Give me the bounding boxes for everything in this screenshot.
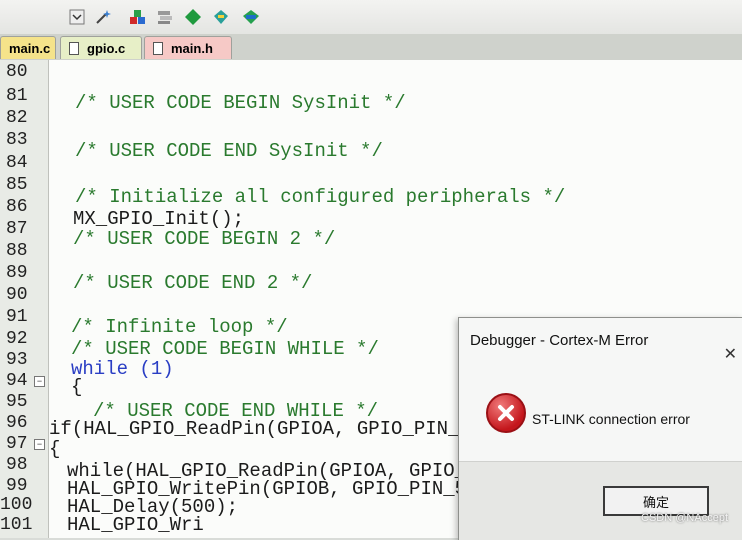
dropdown-arrow-icon[interactable] [66, 6, 88, 28]
line-number: 84 [6, 153, 28, 173]
dialog-title: Debugger - Cortex-M Error [470, 332, 649, 349]
code-line: HAL_GPIO_Wri [67, 514, 204, 536]
tab-gpio-c[interactable]: gpio.c [60, 36, 142, 59]
watermark: CSDN @NAccept [641, 512, 728, 524]
code-line: /* USER CODE BEGIN SysInit */ [75, 92, 406, 114]
error-dialog: Debugger - Cortex-M Error ✕ ST-LINK conn… [458, 317, 742, 540]
code-line: /* USER CODE END SysInit */ [75, 140, 383, 162]
tab-main-h[interactable]: main.h [144, 36, 232, 59]
stack-icon[interactable] [154, 6, 176, 28]
code-line: { [49, 438, 61, 460]
line-number: 90 [6, 285, 28, 305]
code-line: { [71, 376, 83, 398]
tab-label: main.c [9, 40, 51, 56]
code-line: /* USER CODE BEGIN 2 */ [73, 228, 336, 250]
line-number: 88 [6, 241, 28, 261]
fold-toggle-icon[interactable]: − [34, 376, 45, 387]
line-number-gutter: 80 81 82 83 84 85 86 87 88 89 90 91 92 9… [0, 60, 49, 538]
error-message: ST-LINK connection error [532, 411, 690, 427]
line-number: 80 [6, 62, 28, 82]
manage-components-icon[interactable] [126, 6, 148, 28]
line-number: 81 [6, 86, 28, 106]
line-number: 92 [6, 329, 28, 349]
line-number: 95 [6, 392, 28, 412]
line-number: 99 [6, 476, 28, 496]
line-number: 91 [6, 307, 28, 327]
magic-wand-icon[interactable] [92, 6, 114, 28]
line-number: 100 [0, 495, 33, 515]
line-number: 83 [6, 130, 28, 150]
line-number: 85 [6, 175, 28, 195]
pack-installer-icon[interactable] [210, 6, 232, 28]
toolbar [0, 0, 742, 35]
code-line: /* USER CODE END 2 */ [73, 272, 313, 294]
close-icon[interactable]: ✕ [724, 344, 737, 364]
code-line: /* Initialize all configured peripherals… [75, 186, 566, 208]
line-number: 87 [6, 219, 28, 239]
line-number: 94 [6, 371, 28, 391]
select-packs-icon[interactable] [240, 6, 262, 28]
code-line: while (1) [71, 358, 174, 380]
tab-main-c[interactable]: main.c [0, 36, 56, 59]
line-number: 96 [6, 413, 28, 433]
file-tabs: main.c gpio.c main.h [0, 34, 742, 61]
line-number: 97 [6, 434, 28, 454]
file-icon [69, 41, 79, 55]
tab-label: main.h [171, 40, 213, 56]
code-line: /* USER CODE BEGIN WHILE */ [71, 338, 379, 360]
line-number: 98 [6, 455, 28, 475]
tab-label: gpio.c [87, 40, 126, 56]
line-number: 101 [0, 515, 33, 535]
fold-toggle-icon[interactable]: − [34, 439, 45, 450]
line-number: 86 [6, 197, 28, 217]
line-number: 82 [6, 108, 28, 128]
green-diamond-icon[interactable] [182, 6, 204, 28]
code-line: /* Infinite loop */ [71, 316, 288, 338]
line-number: 93 [6, 350, 28, 370]
code-line: if(HAL_GPIO_ReadPin(GPIOA, GPIO_PIN_3 [49, 418, 471, 440]
dialog-footer: 确定 [459, 461, 742, 540]
line-number: 89 [6, 263, 28, 283]
error-icon [486, 393, 526, 433]
code-line: MX_GPIO_Init(); [73, 208, 245, 230]
file-icon [153, 41, 163, 55]
